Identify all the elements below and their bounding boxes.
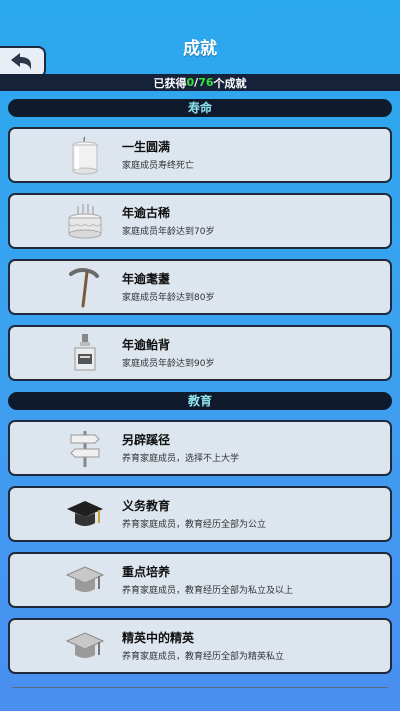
- achievement-card[interactable]: 另辟蹊径 养育家庭成员，选择不上大学: [8, 420, 392, 476]
- achievement-name: 义务教育: [122, 499, 171, 513]
- achievement-desc: 家庭成员年龄达到90岁: [122, 359, 215, 369]
- graduation-cap-icon: [65, 493, 105, 535]
- achievement-name: 重点培养: [122, 565, 171, 579]
- signpost-icon: [65, 427, 105, 469]
- achievement-name: 年逾耄耋: [122, 272, 171, 286]
- achievement-name: 另辟蹊径: [122, 433, 171, 447]
- achievement-desc: 家庭成员寿终死亡: [122, 161, 195, 171]
- divider: [12, 687, 388, 688]
- achievement-card[interactable]: 精英中的精英 养育家庭成员，教育经历全部为精英私立: [8, 618, 392, 674]
- achievement-card[interactable]: 年逾古稀 家庭成员年龄达到70岁: [8, 193, 392, 249]
- achievement-card[interactable]: 义务教育 养育家庭成员，教育经历全部为公立: [8, 486, 392, 542]
- achievement-name: 年逾鲐背: [122, 338, 171, 352]
- silver-graduation-cap-icon: [65, 625, 105, 667]
- achievement-name: 年逾古稀: [122, 206, 171, 220]
- achievement-name: 精英中的精英: [122, 631, 195, 645]
- achievement-desc: 家庭成员年龄达到70岁: [122, 227, 215, 237]
- achievement-card[interactable]: 一生圆满 家庭成员寿终死亡: [8, 127, 392, 183]
- birthday-cake-icon: [65, 200, 105, 242]
- achievement-card[interactable]: 年逾耄耋 家庭成员年龄达到80岁: [8, 259, 392, 315]
- achievement-desc: 家庭成员年龄达到80岁: [122, 293, 215, 303]
- achievement-name: 一生圆满: [122, 140, 171, 154]
- achievement-desc: 养育家庭成员，教育经历全部为公立: [122, 520, 267, 530]
- achievement-progress: 已获得 0/76 个成就: [0, 74, 400, 91]
- candle-icon: [65, 134, 105, 176]
- progress-current: 0: [186, 76, 195, 89]
- achievement-desc: 养育家庭成员，教育经历全部为精英私立: [122, 652, 285, 662]
- achievement-card[interactable]: 年逾鲐背 家庭成员年龄达到90岁: [8, 325, 392, 381]
- section-header-lifespan: 寿命: [8, 99, 392, 117]
- progress-suffix: 个成就: [213, 76, 247, 90]
- silver-graduation-cap-icon: [65, 559, 105, 601]
- achievement-desc: 养育家庭成员，选择不上大学: [122, 454, 240, 464]
- progress-total: 76: [198, 76, 214, 89]
- section-header-education: 教育: [8, 392, 392, 410]
- progress-prefix: 已获得: [153, 76, 187, 90]
- liquor-bottle-icon: [65, 332, 105, 374]
- achievement-card[interactable]: 重点培养 养育家庭成员，教育经历全部为私立及以上: [8, 552, 392, 608]
- page-title: 成就: [183, 39, 217, 59]
- walking-cane-icon: [65, 266, 105, 308]
- header: 成就: [0, 0, 400, 78]
- achievement-desc: 养育家庭成员，教育经历全部为私立及以上: [122, 586, 294, 596]
